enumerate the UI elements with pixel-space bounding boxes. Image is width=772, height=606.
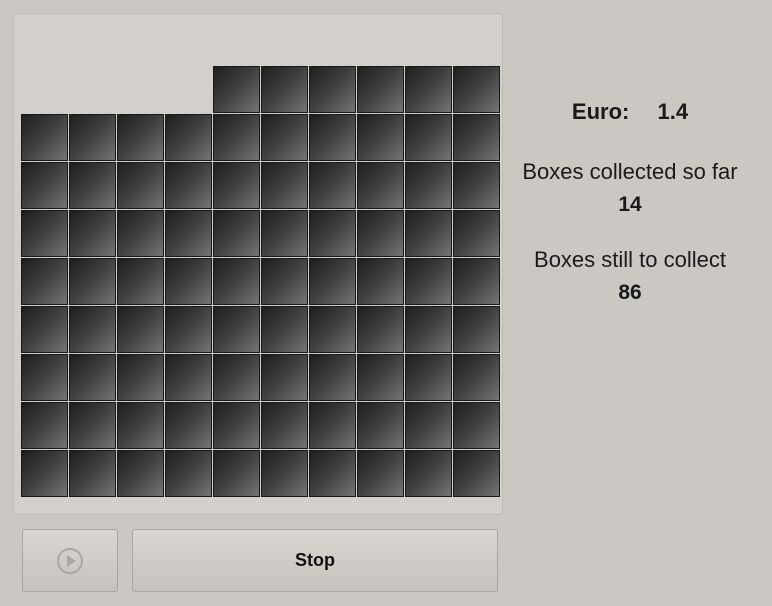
box-tile[interactable] (453, 402, 500, 449)
box-tile[interactable] (453, 66, 500, 113)
box-tile[interactable] (117, 402, 164, 449)
box-tile[interactable] (357, 66, 404, 113)
box-tile[interactable] (21, 450, 68, 497)
euro-label: Euro: (571, 99, 630, 124)
box-tile[interactable] (405, 66, 452, 113)
box-tile[interactable] (309, 450, 356, 497)
box-tile[interactable] (357, 450, 404, 497)
box-tile[interactable] (117, 354, 164, 401)
box-tile[interactable] (21, 114, 68, 161)
box-tile[interactable] (309, 162, 356, 209)
box-tile[interactable] (69, 402, 116, 449)
stop-button[interactable]: Stop (132, 529, 498, 592)
box-tile[interactable] (405, 306, 452, 353)
box-tile[interactable] (261, 258, 308, 305)
box-tile[interactable] (261, 306, 308, 353)
box-tile[interactable] (405, 450, 452, 497)
stats-panel: Euro: 1.4 Boxes collected so far 14 Boxe… (500, 90, 760, 310)
box-tile[interactable] (165, 306, 212, 353)
box-tile[interactable] (261, 162, 308, 209)
box-tile[interactable] (213, 258, 260, 305)
box-tile[interactable] (117, 210, 164, 257)
box-tile[interactable] (213, 354, 260, 401)
box-tile[interactable] (405, 258, 452, 305)
euro-value: 1.4 (657, 99, 689, 124)
box-tile[interactable] (357, 306, 404, 353)
box-tile[interactable] (69, 210, 116, 257)
box-tile[interactable] (309, 210, 356, 257)
box-tile[interactable] (165, 258, 212, 305)
box-tile[interactable] (309, 354, 356, 401)
boxes-collected-value: 14 (618, 193, 642, 216)
boxes-remaining-value: 86 (618, 281, 642, 304)
box-tile[interactable] (69, 450, 116, 497)
box-tile[interactable] (21, 306, 68, 353)
box-tile[interactable] (69, 306, 116, 353)
box-tile[interactable] (453, 450, 500, 497)
game-board (13, 13, 503, 515)
box-tile[interactable] (357, 210, 404, 257)
box-tile[interactable] (453, 354, 500, 401)
boxes-collected-label: Boxes collected so far (522, 159, 738, 184)
box-tile[interactable] (21, 354, 68, 401)
box-tile[interactable] (453, 210, 500, 257)
box-tile[interactable] (213, 114, 260, 161)
box-tile[interactable] (165, 354, 212, 401)
box-tile[interactable] (261, 354, 308, 401)
box-tile[interactable] (453, 306, 500, 353)
box-tile[interactable] (213, 66, 260, 113)
box-tile[interactable] (117, 114, 164, 161)
box-tile[interactable] (405, 210, 452, 257)
box-tile[interactable] (309, 402, 356, 449)
box-tile[interactable] (69, 162, 116, 209)
box-grid (21, 16, 501, 497)
box-tile[interactable] (165, 402, 212, 449)
box-tile[interactable] (357, 402, 404, 449)
box-tile[interactable] (309, 66, 356, 113)
box-tile[interactable] (165, 210, 212, 257)
box-tile[interactable] (21, 258, 68, 305)
box-tile[interactable] (165, 114, 212, 161)
box-tile[interactable] (165, 450, 212, 497)
box-tile[interactable] (261, 450, 308, 497)
play-button[interactable] (22, 529, 118, 592)
box-tile[interactable] (213, 306, 260, 353)
box-tile[interactable] (117, 306, 164, 353)
box-tile[interactable] (357, 354, 404, 401)
box-tile[interactable] (117, 450, 164, 497)
box-tile[interactable] (357, 114, 404, 161)
play-circle-icon (57, 547, 83, 574)
box-tile[interactable] (69, 258, 116, 305)
box-tile[interactable] (357, 162, 404, 209)
box-tile[interactable] (69, 354, 116, 401)
box-tile[interactable] (453, 162, 500, 209)
box-tile[interactable] (213, 162, 260, 209)
box-tile[interactable] (453, 258, 500, 305)
box-tile[interactable] (213, 450, 260, 497)
box-tile[interactable] (453, 114, 500, 161)
box-tile[interactable] (213, 402, 260, 449)
boxes-remaining-label: Boxes still to collect (534, 247, 726, 272)
box-tile[interactable] (405, 162, 452, 209)
box-tile[interactable] (261, 210, 308, 257)
box-tile[interactable] (405, 114, 452, 161)
box-tile[interactable] (309, 114, 356, 161)
box-tile[interactable] (213, 210, 260, 257)
euro-row: Euro: 1.4 (500, 90, 760, 134)
box-tile[interactable] (21, 210, 68, 257)
box-tile[interactable] (357, 258, 404, 305)
box-tile[interactable] (21, 402, 68, 449)
box-tile[interactable] (309, 306, 356, 353)
box-tile[interactable] (21, 162, 68, 209)
box-tile[interactable] (117, 162, 164, 209)
box-tile[interactable] (309, 258, 356, 305)
box-tile[interactable] (261, 114, 308, 161)
box-tile[interactable] (405, 354, 452, 401)
box-tile[interactable] (261, 402, 308, 449)
box-tile[interactable] (261, 66, 308, 113)
box-tile[interactable] (405, 402, 452, 449)
box-tile[interactable] (165, 162, 212, 209)
box-tile[interactable] (117, 258, 164, 305)
box-tile[interactable] (69, 114, 116, 161)
